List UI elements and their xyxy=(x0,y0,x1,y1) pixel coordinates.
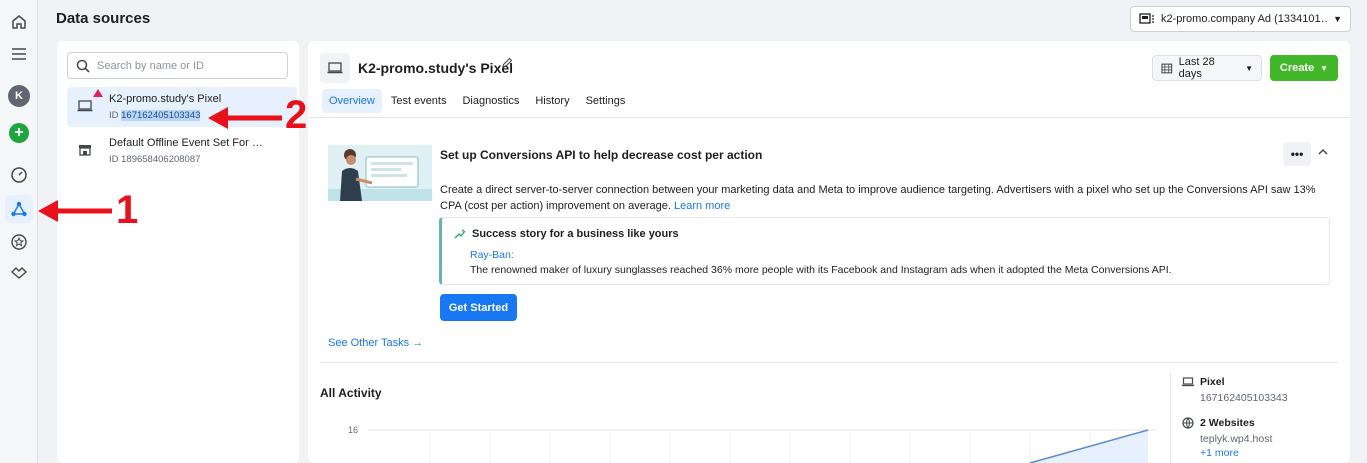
edit-pencil-icon[interactable] xyxy=(501,57,513,72)
create-button-label: Create xyxy=(1279,62,1315,74)
data-source-item[interactable]: Default Offline Event Set For … ID 18965… xyxy=(67,131,297,171)
capi-description-text: Create a direct server-to-server connect… xyxy=(440,184,1316,212)
get-started-button[interactable]: Get Started xyxy=(440,294,517,321)
see-other-tasks-link[interactable]: See Other Tasks → xyxy=(328,337,423,349)
website-url: teplyk.wp4.host xyxy=(1200,433,1273,445)
sparkle-trend-icon xyxy=(454,229,466,239)
search-input[interactable] xyxy=(97,59,277,72)
activity-title: All Activity xyxy=(320,386,382,400)
pixel-icon xyxy=(320,53,350,83)
ad-account-label: k2-promo.company Ad (1334101… xyxy=(1161,13,1328,25)
globe-icon xyxy=(1182,417,1194,429)
dashboard-icon[interactable] xyxy=(5,161,33,189)
left-rail: K + xyxy=(0,0,38,463)
date-range-label: Last 28 days xyxy=(1178,56,1215,80)
date-range-button[interactable]: Last 28 days ▼ xyxy=(1152,55,1262,81)
events-manager-icon[interactable] xyxy=(5,195,33,223)
create-button[interactable]: Create ▼ xyxy=(1270,55,1338,81)
more-options-button[interactable]: ••• xyxy=(1283,142,1311,166)
tab-diagnostics[interactable]: Diagnostics xyxy=(455,89,526,113)
calendar-icon xyxy=(1161,63,1173,74)
search-box[interactable] xyxy=(67,52,288,79)
pixel-detail-panel: K2-promo.study's Pixel Last 28 days ▼ Cr… xyxy=(308,41,1350,463)
y-tick-label: 16 xyxy=(348,425,358,435)
tab-bar: Overview Test events Diagnostics History… xyxy=(322,89,632,113)
pixel-icon xyxy=(77,99,93,113)
pixel-info: Pixel 167162405103343 xyxy=(1182,376,1288,404)
home-icon[interactable] xyxy=(5,8,33,36)
data-source-item[interactable]: K2-promo.study's Pixel ID 16716240510334… xyxy=(67,87,297,127)
pixel-info-id: 167162405103343 xyxy=(1200,392,1288,404)
side-divider xyxy=(1170,373,1171,463)
tab-settings[interactable]: Settings xyxy=(579,89,633,113)
websites-info: 2 Websites teplyk.wp4.host +1 more xyxy=(1182,417,1272,459)
story-text: The renowned maker of luxury sunglasses … xyxy=(470,264,1172,276)
capi-card-description: Create a direct server-to-server connect… xyxy=(440,182,1330,214)
capi-illustration xyxy=(328,145,432,201)
data-sources-panel: K2-promo.study's Pixel ID 16716240510334… xyxy=(57,41,299,463)
tab-divider xyxy=(308,117,1350,118)
story-brand[interactable]: Ray-Ban: xyxy=(470,249,514,261)
pixel-icon xyxy=(1182,377,1194,387)
data-source-id: ID 189658406208087 xyxy=(109,154,201,165)
warning-icon xyxy=(93,89,103,97)
create-icon[interactable]: + xyxy=(5,119,33,147)
avatar: K xyxy=(8,85,30,107)
account-avatar[interactable]: K xyxy=(5,82,33,110)
websites-label: 2 Websites xyxy=(1200,417,1255,429)
pixel-info-label: Pixel xyxy=(1200,376,1225,388)
success-story-title-text: Success story for a business like yours xyxy=(472,228,679,240)
caret-down-icon: ▼ xyxy=(1245,63,1253,73)
chevron-up-icon[interactable] xyxy=(1318,145,1328,159)
search-icon xyxy=(76,59,90,73)
pixel-title: K2-promo.study's Pixel xyxy=(358,60,514,76)
caret-down-icon: ▼ xyxy=(1333,14,1342,24)
data-source-name: Default Offline Event Set For … xyxy=(109,137,263,149)
learn-more-link[interactable]: Learn more xyxy=(674,200,730,212)
tab-history[interactable]: History xyxy=(528,89,576,113)
ad-account-select[interactable]: k2-promo.company Ad (1334101… ▼ xyxy=(1130,6,1351,32)
tab-test-events[interactable]: Test events xyxy=(384,89,454,113)
offline-store-icon xyxy=(77,143,93,157)
partners-icon[interactable] xyxy=(5,259,33,287)
data-source-name: K2-promo.study's Pixel xyxy=(109,93,222,105)
capi-card-title: Set up Conversions API to help decrease … xyxy=(440,148,763,162)
page-title: Data sources xyxy=(56,10,151,27)
activity-chart: 16 xyxy=(348,425,1156,463)
more-websites-link[interactable]: +1 more xyxy=(1200,447,1272,459)
annotation-number-2: 2 xyxy=(285,93,308,137)
ad-account-icon xyxy=(1139,13,1154,24)
section-divider xyxy=(320,362,1338,363)
tab-overview[interactable]: Overview xyxy=(322,89,382,113)
success-story: Success story for a business like yours … xyxy=(439,217,1330,285)
menu-icon[interactable] xyxy=(5,40,33,68)
star-icon[interactable] xyxy=(5,228,33,256)
caret-down-icon: ▼ xyxy=(1320,63,1329,73)
success-story-title: Success story for a business like yours xyxy=(454,228,679,240)
annotation-number-1: 1 xyxy=(116,188,139,232)
data-source-id: ID 167162405103343 xyxy=(109,110,201,121)
plus-icon: + xyxy=(9,123,29,143)
